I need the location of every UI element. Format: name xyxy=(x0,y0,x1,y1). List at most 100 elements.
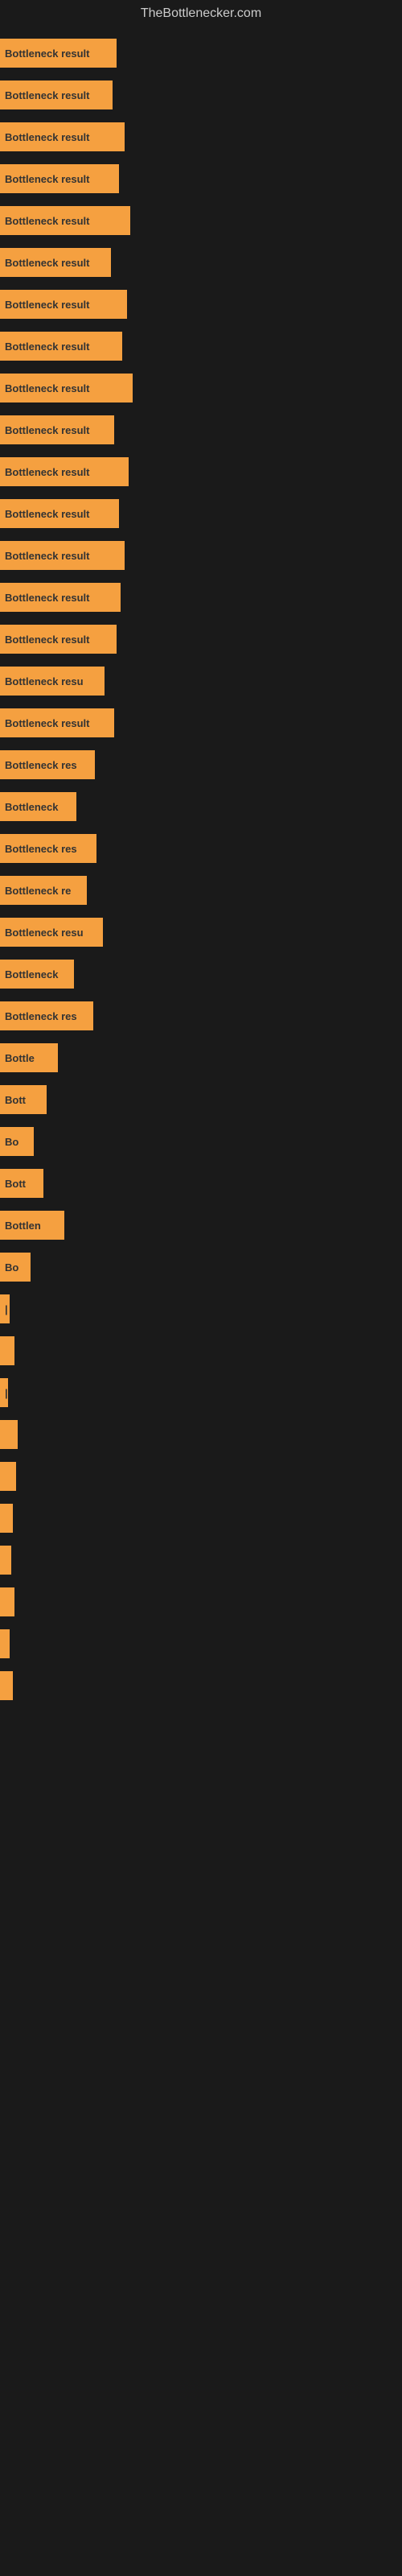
bottleneck-bar[interactable]: Bottleneck re xyxy=(0,876,87,905)
bottleneck-bar[interactable]: Bottleneck result xyxy=(0,708,114,737)
bar-row xyxy=(0,1581,402,1623)
bottleneck-bar[interactable]: Bott xyxy=(0,1085,47,1114)
bottleneck-bar[interactable]: Bottleneck result xyxy=(0,290,127,319)
bar-row: Bottleneck result xyxy=(0,576,402,618)
bar-row: Bottleneck result xyxy=(0,409,402,451)
bar-row xyxy=(0,1455,402,1497)
bottleneck-bar[interactable]: Bottleneck result xyxy=(0,457,129,486)
bar-label: Bottleneck result xyxy=(5,382,89,394)
bar-label: Bottleneck result xyxy=(5,550,89,562)
bottleneck-bar[interactable]: Bottleneck res xyxy=(0,834,96,863)
bar-row: Bott xyxy=(0,1162,402,1204)
bar-label: Bottleneck result xyxy=(5,634,89,646)
bottleneck-bar[interactable] xyxy=(0,1629,10,1658)
bar-label: Bottleneck result xyxy=(5,466,89,478)
bar-row: Bottleneck result xyxy=(0,242,402,283)
bottleneck-bar[interactable]: Bo xyxy=(0,1253,31,1282)
bar-label: Bottleneck resu xyxy=(5,675,84,687)
bar-row: Bottle xyxy=(0,1037,402,1079)
bottleneck-bar[interactable]: Bo xyxy=(0,1127,34,1156)
bar-label: Bottleneck xyxy=(5,801,58,813)
bottleneck-bar[interactable]: Bottleneck result xyxy=(0,122,125,151)
bottleneck-bar[interactable]: Bottleneck resu xyxy=(0,667,105,696)
bar-label: Bott xyxy=(5,1178,26,1190)
bar-label: Bottlen xyxy=(5,1220,41,1232)
bottleneck-bar[interactable]: Bottleneck xyxy=(0,792,76,821)
bottleneck-bar[interactable]: Bottleneck res xyxy=(0,750,95,779)
bar-row: | xyxy=(0,1288,402,1330)
bottleneck-bar[interactable]: Bottleneck resu xyxy=(0,918,103,947)
bars-container: Bottleneck result Bottleneck result Bottle… xyxy=(0,24,402,1715)
bottleneck-bar[interactable]: Bottleneck result xyxy=(0,374,133,402)
bar-row: Bottleneck result xyxy=(0,535,402,576)
bottleneck-bar[interactable]: Bottleneck result xyxy=(0,248,111,277)
bottleneck-bar[interactable] xyxy=(0,1336,14,1365)
bar-label: Bottleneck xyxy=(5,968,58,980)
bottleneck-bar[interactable]: Bottleneck res xyxy=(0,1001,93,1030)
bar-row xyxy=(0,1330,402,1372)
bar-row: | xyxy=(0,1372,402,1414)
bottleneck-bar[interactable]: Bottlen xyxy=(0,1211,64,1240)
bar-label: Bo xyxy=(5,1136,18,1148)
bottleneck-bar[interactable]: Bottleneck result xyxy=(0,332,122,361)
bar-row: Bott xyxy=(0,1079,402,1121)
bottleneck-bar[interactable] xyxy=(0,1462,16,1491)
bottleneck-bar[interactable]: Bottleneck result xyxy=(0,625,117,654)
bottleneck-bar[interactable] xyxy=(0,1420,18,1449)
bar-label: Bottleneck res xyxy=(5,1010,77,1022)
bottleneck-bar[interactable]: Bottleneck result xyxy=(0,541,125,570)
bar-label: | xyxy=(5,1387,8,1399)
bar-row xyxy=(0,1539,402,1581)
bar-label: Bottleneck resu xyxy=(5,927,84,939)
bar-label: Bottleneck result xyxy=(5,424,89,436)
bar-row: Bottleneck res xyxy=(0,995,402,1037)
bar-label: Bottleneck result xyxy=(5,215,89,227)
bar-label: Bottleneck result xyxy=(5,173,89,185)
bottleneck-bar[interactable]: Bottleneck result xyxy=(0,499,119,528)
bar-row: Bottleneck result xyxy=(0,451,402,493)
bottleneck-bar[interactable]: Bottleneck result xyxy=(0,80,113,109)
bar-row: Bottleneck result xyxy=(0,618,402,660)
bar-label: Bottle xyxy=(5,1052,35,1064)
bottleneck-bar[interactable]: Bott xyxy=(0,1169,43,1198)
bar-row: Bottlen xyxy=(0,1204,402,1246)
bar-row: Bottleneck result xyxy=(0,32,402,74)
bar-label: Bo xyxy=(5,1261,18,1274)
bottleneck-bar[interactable] xyxy=(0,1587,14,1616)
bar-row: Bottleneck res xyxy=(0,744,402,786)
bar-row: Bottleneck result xyxy=(0,158,402,200)
bar-row xyxy=(0,1665,402,1707)
bar-row: Bottleneck result xyxy=(0,74,402,116)
bar-label: Bottleneck res xyxy=(5,759,77,771)
bar-row: Bottleneck xyxy=(0,786,402,828)
bottleneck-bar[interactable]: Bottleneck result xyxy=(0,415,114,444)
bar-label: Bottleneck res xyxy=(5,843,77,855)
bottleneck-bar[interactable]: Bottleneck xyxy=(0,960,74,989)
bottleneck-bar[interactable]: Bottleneck result xyxy=(0,206,130,235)
bottleneck-bar[interactable] xyxy=(0,1671,13,1700)
bottleneck-bar[interactable]: Bottleneck result xyxy=(0,39,117,68)
bar-row: Bo xyxy=(0,1246,402,1288)
bar-row: Bottleneck result xyxy=(0,367,402,409)
bar-row: Bo xyxy=(0,1121,402,1162)
bar-label: Bottleneck re xyxy=(5,885,71,897)
bar-label: Bottleneck result xyxy=(5,592,89,604)
bar-row: Bottleneck result xyxy=(0,702,402,744)
bottleneck-bar[interactable]: | xyxy=(0,1294,10,1323)
bar-label: Bottleneck result xyxy=(5,341,89,353)
bottleneck-bar[interactable]: | xyxy=(0,1378,8,1407)
bottleneck-bar[interactable]: Bottleneck result xyxy=(0,164,119,193)
bottleneck-bar[interactable] xyxy=(0,1546,11,1575)
bar-row: Bottleneck xyxy=(0,953,402,995)
bar-row: Bottleneck result xyxy=(0,283,402,325)
bar-label: Bottleneck result xyxy=(5,131,89,143)
bottleneck-bar[interactable]: Bottleneck result xyxy=(0,583,121,612)
bar-row: Bottleneck resu xyxy=(0,911,402,953)
site-title: TheBottlenecker.com xyxy=(0,0,402,24)
bottleneck-bar[interactable] xyxy=(0,1504,13,1533)
bar-label: Bottleneck result xyxy=(5,508,89,520)
bar-row xyxy=(0,1623,402,1665)
bar-row: Bottleneck result xyxy=(0,325,402,367)
bottleneck-bar[interactable]: Bottle xyxy=(0,1043,58,1072)
bar-label: Bottleneck result xyxy=(5,299,89,311)
